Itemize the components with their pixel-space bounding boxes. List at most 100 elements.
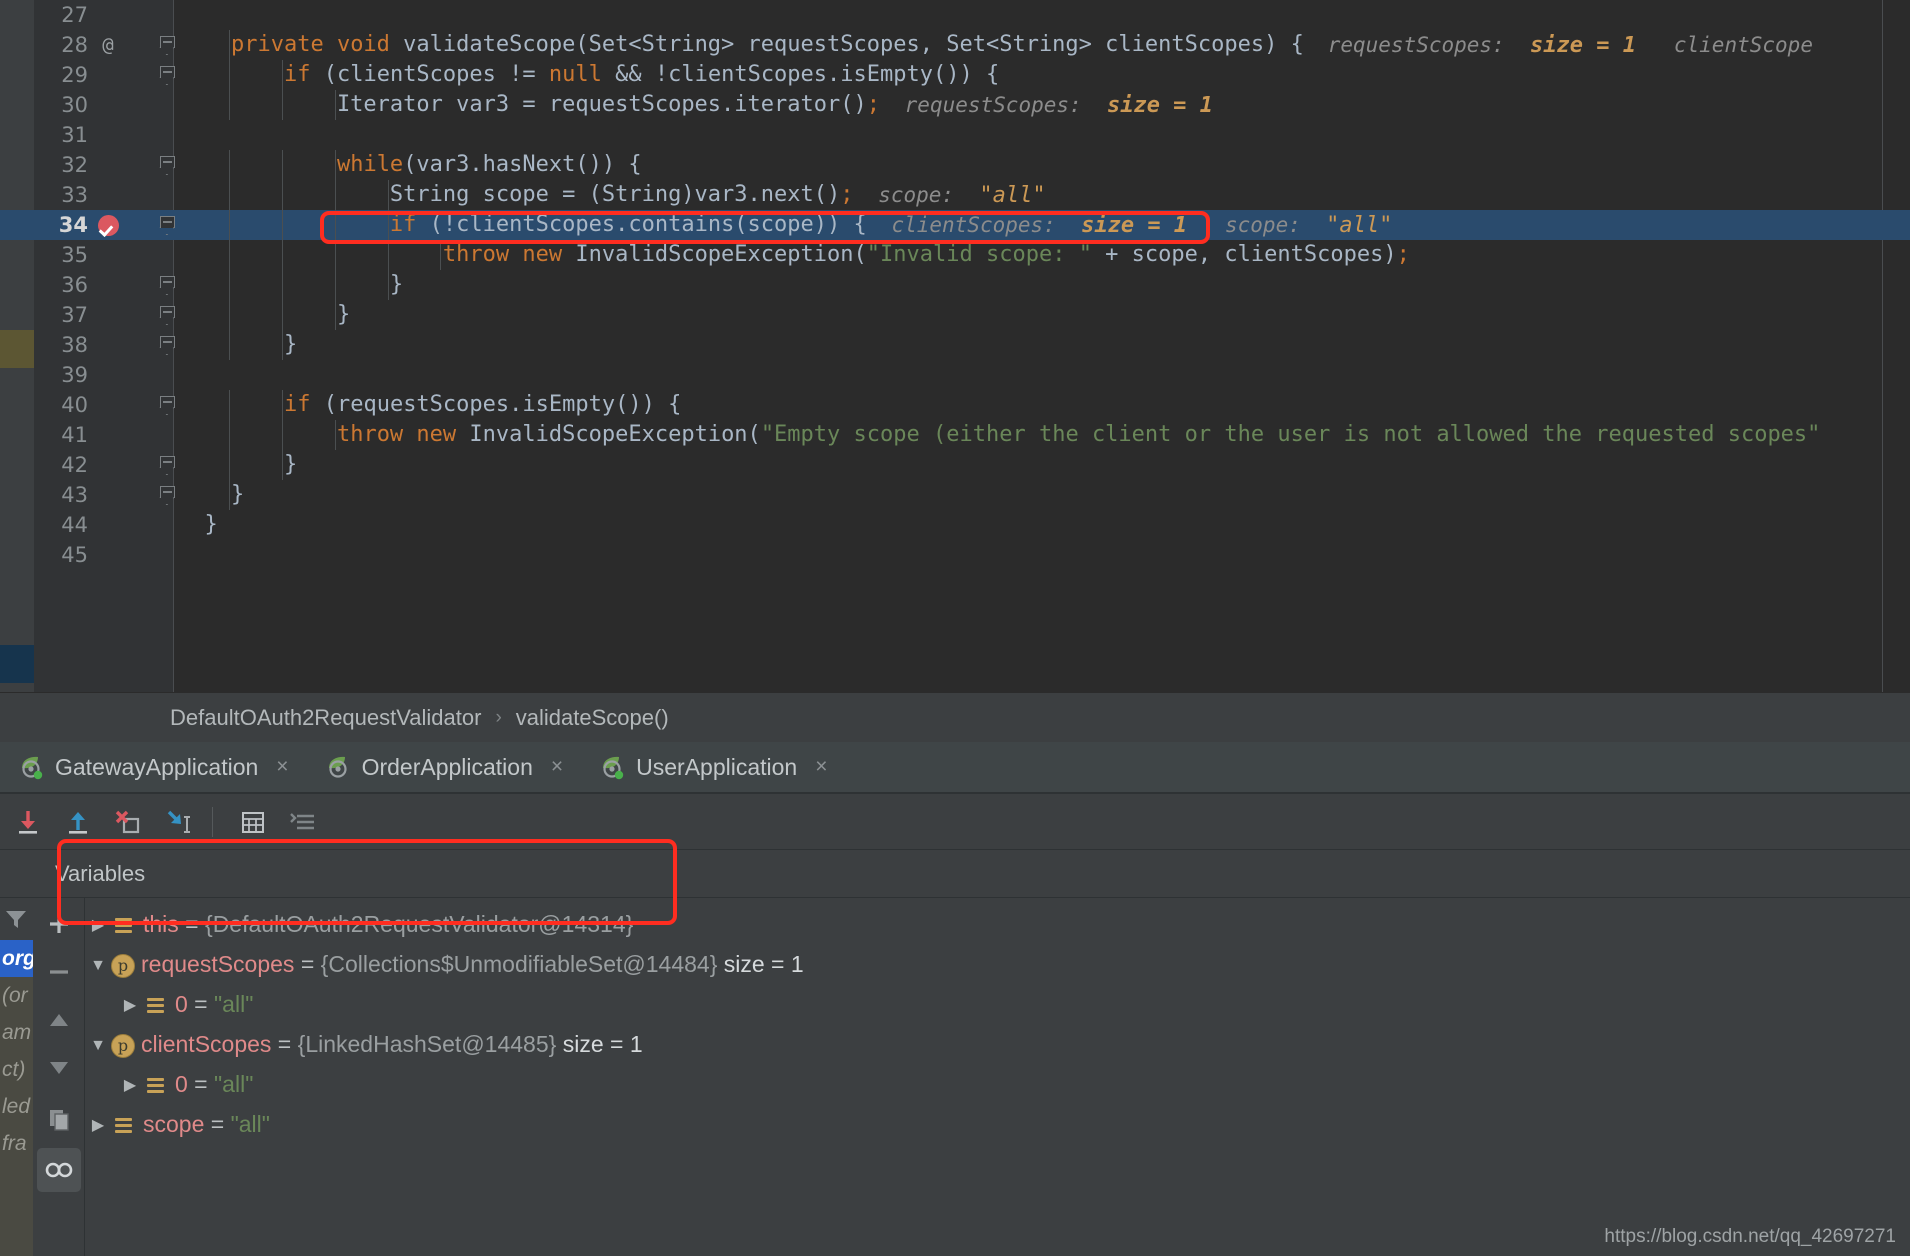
run-tab-userapplication[interactable]: UserApplication ×: [581, 741, 845, 793]
variable-row-this[interactable]: ▶ this = {DefaultOAuth2RequestValidator@1…: [85, 904, 1910, 944]
code-text-line-36[interactable]: }: [178, 270, 403, 300]
line-number-34[interactable]: 34: [34, 210, 88, 240]
code-text-line-41[interactable]: throw new InvalidScopeException("Empty s…: [178, 420, 1820, 450]
close-icon[interactable]: ×: [815, 755, 827, 779]
code-text-line-35[interactable]: throw new InvalidScopeException("Invalid…: [178, 240, 1410, 270]
code-text-line-30[interactable]: Iterator var3 = requestScopes.iterator()…: [178, 90, 880, 120]
move-down-button[interactable]: [37, 1046, 81, 1090]
close-icon[interactable]: ×: [276, 755, 288, 779]
breadcrumb-class[interactable]: DefaultOAuth2RequestValidator: [170, 705, 481, 731]
move-up-button[interactable]: [37, 998, 81, 1042]
fold-marker-start-icon[interactable]: [160, 66, 175, 83]
close-icon[interactable]: ×: [551, 755, 563, 779]
variables-tab-bar[interactable]: Variables: [0, 850, 1910, 898]
line-number-45[interactable]: 45: [34, 540, 88, 570]
line-number-44[interactable]: 44: [34, 510, 88, 540]
line-number-43[interactable]: 43: [34, 480, 88, 510]
stack-frame-item[interactable]: fra: [0, 1125, 33, 1162]
line-number-28[interactable]: 28: [34, 30, 88, 60]
breakpoint-verified-icon[interactable]: [98, 215, 119, 236]
code-text-line-37[interactable]: }: [178, 300, 350, 330]
mute-breakpoints-button[interactable]: [37, 1148, 81, 1192]
code-line-45[interactable]: [0, 540, 1910, 570]
stack-frame-item[interactable]: ct): [0, 1051, 33, 1088]
chevron-right-icon[interactable]: ▶: [117, 1066, 143, 1106]
code-text-line-28[interactable]: private void validateScope(Set<String> r…: [178, 30, 1304, 60]
variables-tree[interactable]: ▶ this = {DefaultOAuth2RequestValidator@1…: [85, 898, 1910, 1256]
step-out-button[interactable]: [156, 800, 200, 844]
run-tab-orderapplication[interactable]: OrderApplication ×: [307, 741, 582, 793]
run-tab-gatewayapplication[interactable]: GatewayApplication ×: [0, 741, 307, 793]
line-number-42[interactable]: 42: [34, 450, 88, 480]
step-into-button[interactable]: [56, 800, 100, 844]
run-configuration-tabs[interactable]: GatewayApplication × OrderApplication × User…: [0, 742, 1910, 794]
code-text-line-43[interactable]: }: [178, 480, 244, 510]
code-text-line-42[interactable]: }: [178, 450, 297, 480]
line-number-37[interactable]: 37: [34, 300, 88, 330]
line-number-36[interactable]: 36: [34, 270, 88, 300]
chevron-right-icon[interactable]: ▶: [85, 906, 111, 946]
chevron-right-icon[interactable]: ▶: [117, 986, 143, 1026]
stack-frame-item[interactable]: org: [0, 940, 33, 977]
code-text-line-34[interactable]: if (!clientScopes.contains(scope)) {: [178, 210, 867, 240]
line-number-27[interactable]: 27: [34, 0, 88, 30]
code-line-44[interactable]: [0, 510, 1910, 540]
debugger-stepping-toolbar[interactable]: [0, 794, 1910, 850]
fold-marker-end-icon[interactable]: [160, 276, 175, 293]
variable-row-requestScopes[interactable]: ▼ p requestScopes = {Collections$Unmodifia…: [85, 944, 1910, 984]
line-number-31[interactable]: 31: [34, 120, 88, 150]
code-text-line-44[interactable]: }: [178, 510, 217, 540]
chevron-down-icon[interactable]: ▼: [85, 946, 111, 986]
fold-marker-start-icon[interactable]: [160, 396, 175, 413]
variables-side-toolbar[interactable]: [33, 898, 85, 1256]
fold-marker-end-icon[interactable]: [160, 336, 175, 353]
fold-marker-start-icon[interactable]: [160, 156, 175, 173]
code-line-31[interactable]: [0, 120, 1910, 150]
variable-row-0[interactable]: ▶ 0 = "all": [85, 984, 1910, 1024]
breadcrumb-method[interactable]: validateScope(): [516, 705, 669, 731]
annotation-marker-icon[interactable]: @: [95, 30, 121, 60]
marker-stripe-info[interactable]: [0, 645, 34, 683]
stack-frame-item[interactable]: am: [0, 1014, 33, 1051]
code-editor[interactable]: 27 28 @ private void validateScope(Set<Str…: [0, 0, 1910, 692]
fold-marker-end-icon[interactable]: [160, 306, 175, 323]
remove-watch-button[interactable]: [37, 950, 81, 994]
chevron-right-icon[interactable]: ▶: [85, 1106, 111, 1146]
line-number-29[interactable]: 29: [34, 60, 88, 90]
frames-filter-icon[interactable]: [0, 898, 33, 940]
code-text-line-32[interactable]: while(var3.hasNext()) {: [178, 150, 642, 180]
line-number-33[interactable]: 33: [34, 180, 88, 210]
code-line-39[interactable]: [0, 360, 1910, 390]
copy-value-button[interactable]: [37, 1098, 81, 1142]
fold-marker-start-icon[interactable]: [160, 216, 175, 233]
variable-row-clientScopes[interactable]: ▼ p clientScopes = {LinkedHashSet@14485} s…: [85, 1024, 1910, 1064]
code-text-line-38[interactable]: }: [178, 330, 297, 360]
stack-frame-item[interactable]: led: [0, 1088, 33, 1125]
code-text-line-40[interactable]: if (requestScopes.isEmpty()) {: [178, 390, 681, 420]
show-execution-point-button[interactable]: [281, 800, 325, 844]
frames-panel-collapsed[interactable]: org (or am ct) led fra: [0, 898, 33, 1256]
chevron-down-icon[interactable]: ▼: [85, 1026, 111, 1066]
variable-row-0[interactable]: ▶ 0 = "all": [85, 1064, 1910, 1104]
code-line-43[interactable]: [0, 480, 1910, 510]
stack-frame-item[interactable]: (or: [0, 977, 33, 1014]
line-number-41[interactable]: 41: [34, 420, 88, 450]
line-number-32[interactable]: 32: [34, 150, 88, 180]
code-text-line-33[interactable]: String scope = (String)var3.next();: [178, 180, 854, 210]
line-number-38[interactable]: 38: [34, 330, 88, 360]
force-step-into-button[interactable]: [106, 800, 150, 844]
line-number-35[interactable]: 35: [34, 240, 88, 270]
line-number-39[interactable]: 39: [34, 360, 88, 390]
line-number-40[interactable]: 40: [34, 390, 88, 420]
fold-marker-end-icon[interactable]: [160, 486, 175, 503]
step-over-button[interactable]: [6, 800, 50, 844]
line-number-30[interactable]: 30: [34, 90, 88, 120]
evaluate-expression-button[interactable]: [231, 800, 275, 844]
add-watch-button[interactable]: [37, 902, 81, 946]
breadcrumb-bar[interactable]: DefaultOAuth2RequestValidator › validate…: [0, 692, 1910, 742]
code-text-line-29[interactable]: if (clientScopes != null && !clientScope…: [178, 60, 999, 90]
fold-marker-end-icon[interactable]: [160, 456, 175, 473]
variable-row-scope[interactable]: ▶ scope = "all": [85, 1104, 1910, 1144]
tab-variables[interactable]: Variables: [55, 850, 145, 898]
fold-marker-start-icon[interactable]: [160, 36, 175, 53]
